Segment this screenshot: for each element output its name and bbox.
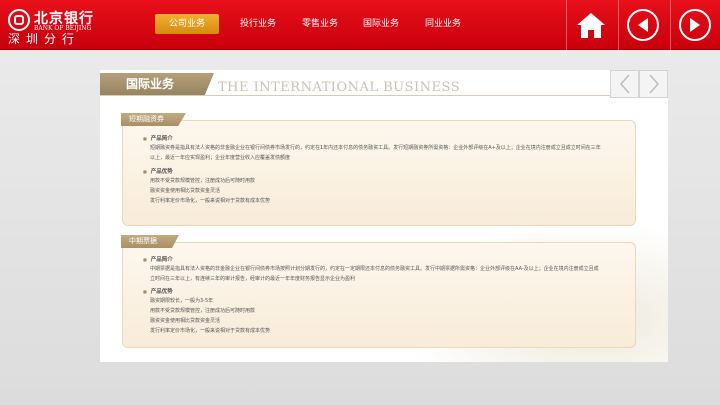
intro-heading: 产品简介	[143, 255, 173, 263]
advantage-line: 融资期限较长，一般为3-5年	[150, 298, 214, 304]
nav-international[interactable]: 国际业务	[349, 14, 413, 34]
card-medium-term-notes: 中期票据 产品简介 中期票据是指具有法人资格的非金融企业在银行间债券市场按照计划…	[121, 235, 636, 348]
advantage-line: 用款不受贷款规模管控，注册成功后可随时用款	[150, 178, 256, 184]
nav-retail[interactable]: 零售业务	[288, 14, 352, 34]
advantage-line: 发行利率定价市场化，一般来说相对于贷款有成本优势	[150, 328, 271, 334]
advantage-heading: 产品优势	[143, 287, 173, 295]
back-button[interactable]	[618, 0, 666, 50]
intro-line: 立时间在三年以上，有连续三年的审计报告，经审计的最近一年年度财务报告显示企业为盈…	[150, 276, 356, 282]
title-divider	[100, 95, 668, 96]
intro-line: 中期票据是指具有法人资格的非金融企业在银行间债券市场按照计划分期发行的，约定在一…	[150, 266, 599, 272]
top-bar: 北京银行 BANK OF BEIJING 深圳分行 公司业务 投行业务 零售业务…	[0, 0, 720, 50]
nav-investment-banking[interactable]: 投行业务	[226, 14, 290, 34]
intro-line: 短期融资券是指具有法人资格的非金融企业在银行间债券市场发行的，约定在1年内还本付…	[150, 145, 601, 151]
section-title-english: THE INTERNATIONAL BUSINESS	[218, 80, 461, 95]
advantage-line: 用款不受贷款规模管控，注册成功后可随时用款	[150, 308, 256, 314]
chevron-left-icon	[619, 74, 630, 94]
intro-line: 以上，最近一年应实现盈利；企业年度营业收入应覆盖发债额度	[150, 155, 291, 161]
advantage-line: 融资资金使用相比贷款资金灵活	[150, 188, 221, 194]
intro-heading: 产品简介	[143, 134, 173, 142]
home-icon	[576, 13, 605, 38]
section-title: 国际业务	[126, 77, 175, 91]
card-short-term-bills: 短期融资券 产品简介 短期融资券是指具有法人资格的非金融企业在银行间债券市场发行…	[121, 113, 636, 226]
chevron-right-icon	[648, 74, 659, 94]
main-nav: 公司业务 投行业务 零售业务 国际业务 同业业务	[0, 0, 560, 50]
advantage-heading: 产品优势	[143, 167, 173, 175]
card-tab[interactable]: 短期融资券	[121, 113, 186, 126]
prev-page-button[interactable]	[610, 70, 639, 98]
arrow-right-icon	[689, 18, 700, 32]
home-button[interactable]	[566, 0, 614, 50]
arrow-left-icon	[637, 18, 648, 32]
nav-corporate[interactable]: 公司业务	[155, 14, 219, 34]
forward-button[interactable]	[670, 0, 718, 50]
advantage-line: 发行利率定价市场化，一般来说相对于贷款有成本优势	[150, 198, 271, 204]
next-page-button[interactable]	[639, 70, 668, 98]
nav-interbank[interactable]: 同业业务	[411, 14, 475, 34]
advantage-line: 融资资金使用相比贷款资金灵活	[150, 318, 221, 324]
card-tab[interactable]: 中期票据	[121, 235, 179, 248]
